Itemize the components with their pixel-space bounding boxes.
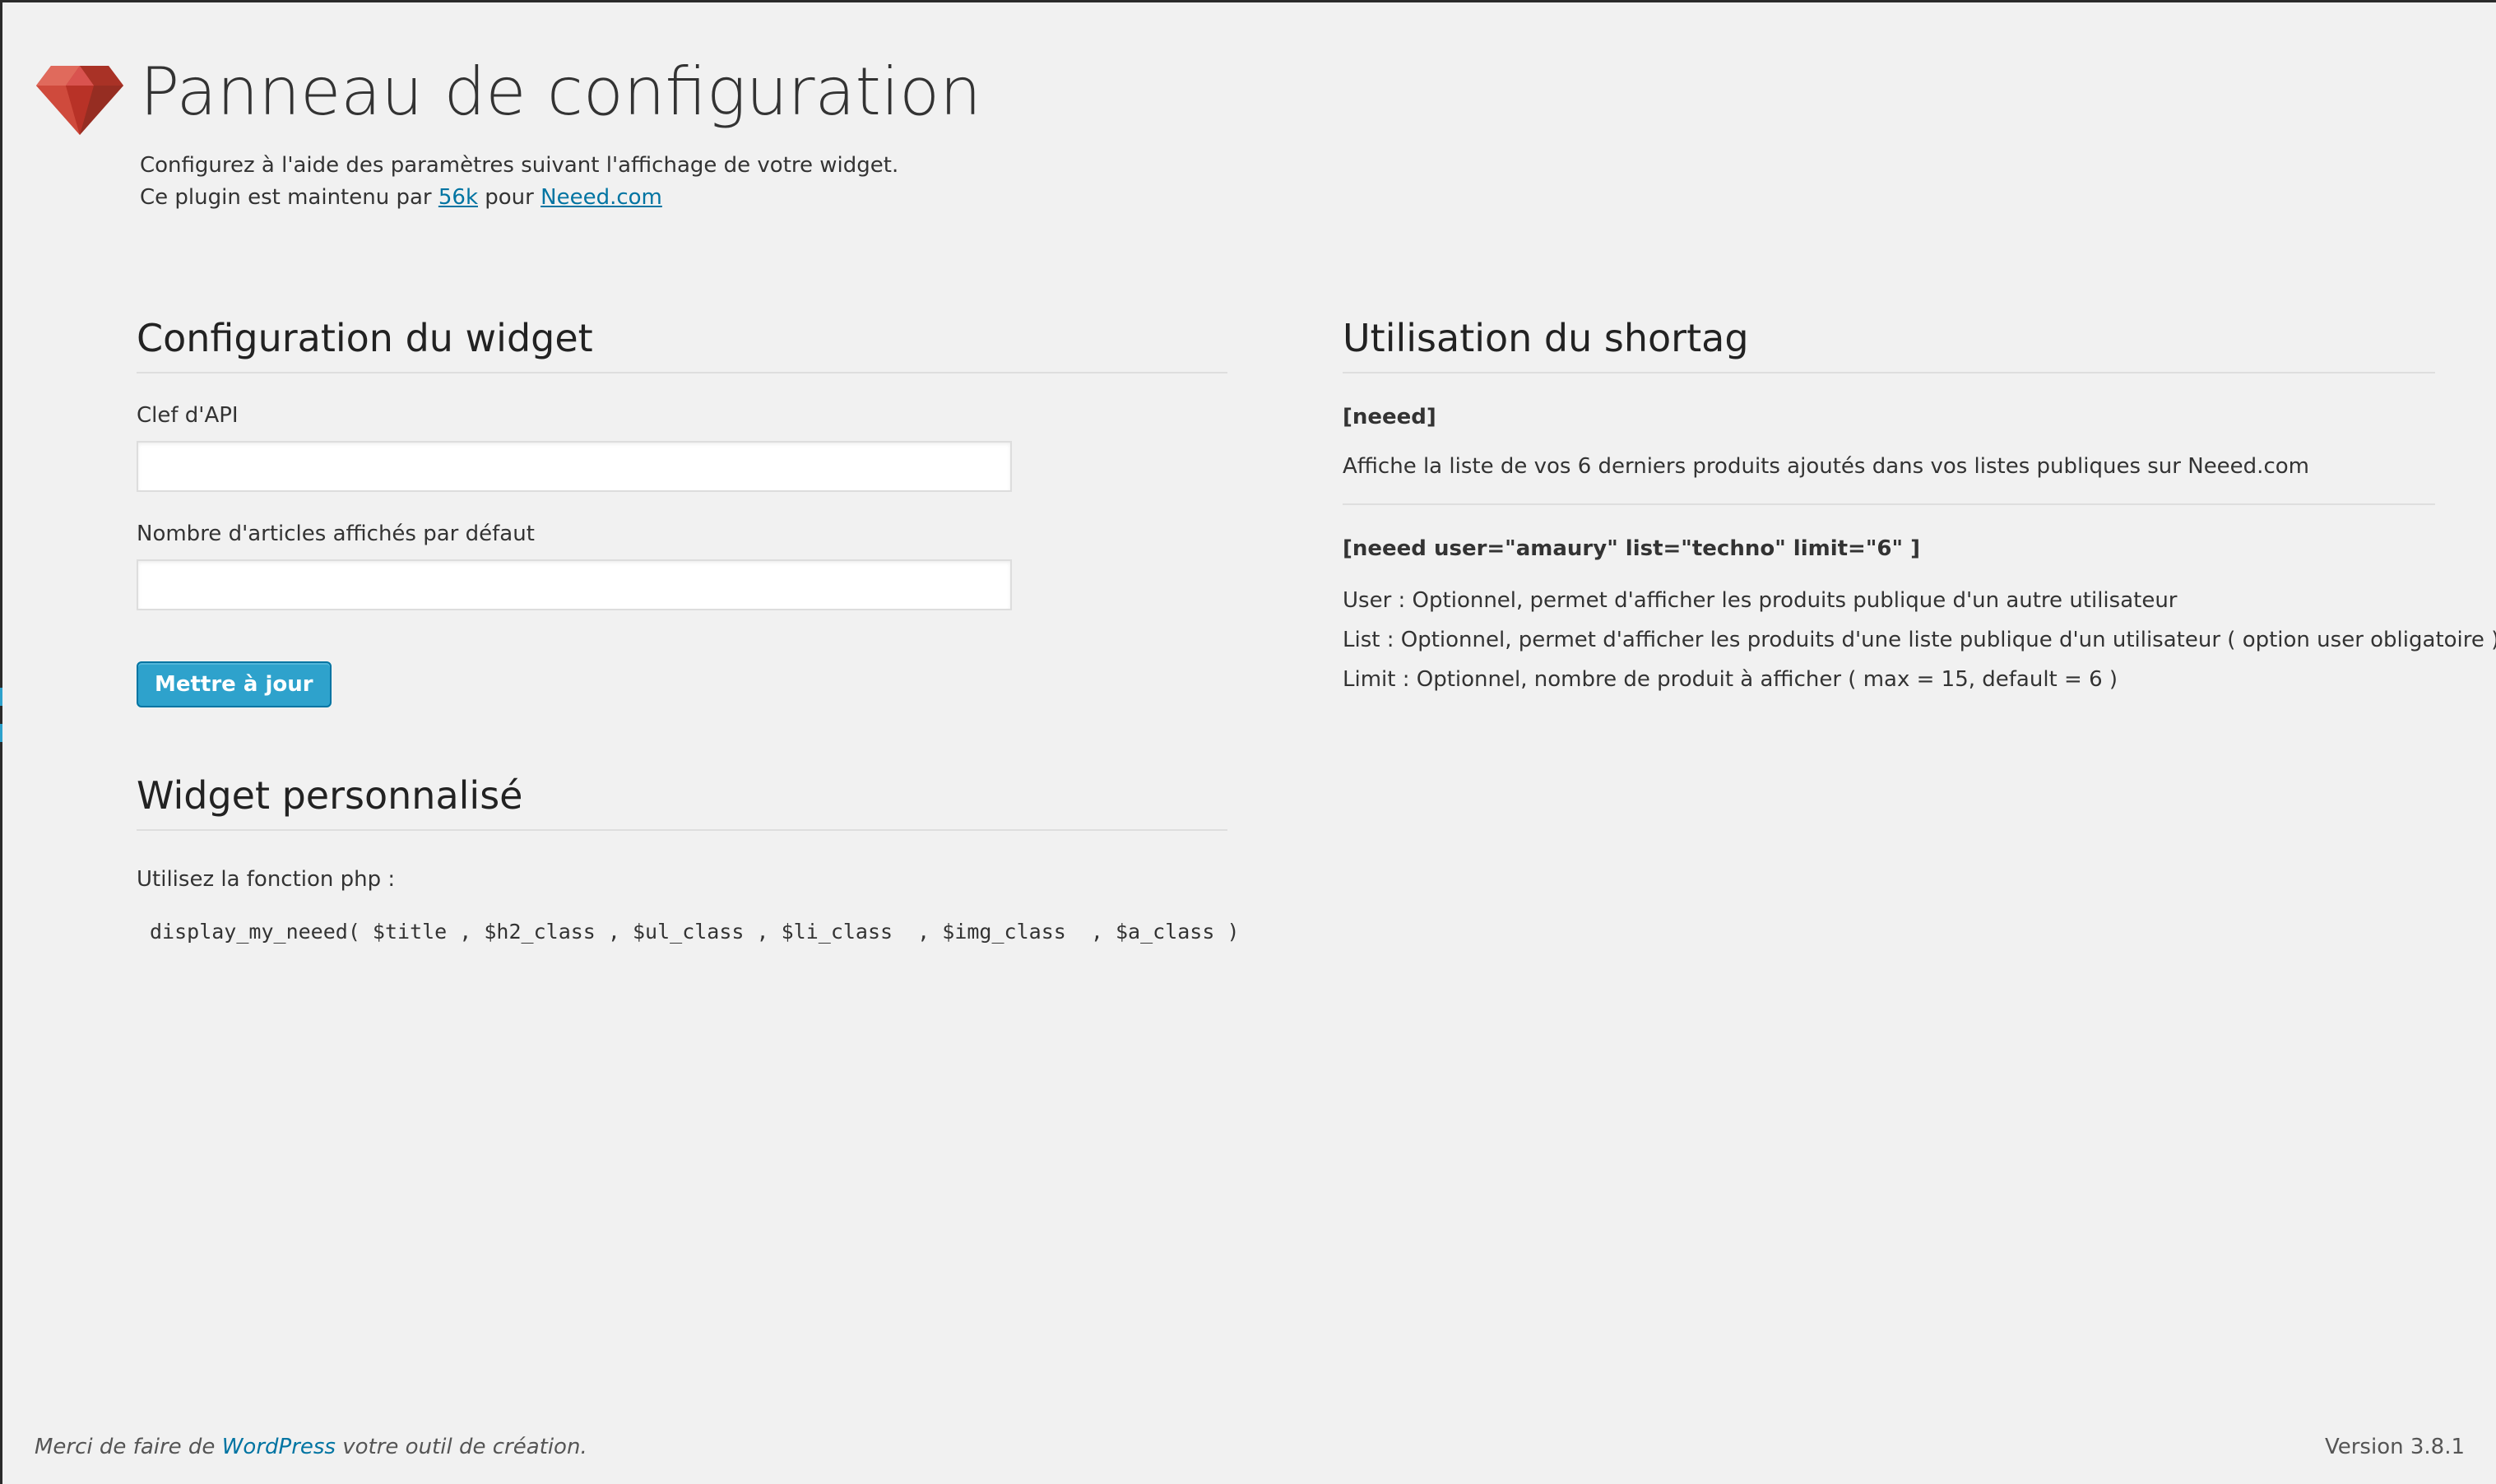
update-button[interactable]: Mettre à jour xyxy=(137,661,332,707)
wordpress-link[interactable]: WordPress xyxy=(222,1435,336,1459)
right-column: Utilisation du shortag [neeed] Affiche l… xyxy=(1343,311,2496,699)
basic-shortcode: [neeed] xyxy=(1343,405,1436,429)
param-list: List : Optionnel, permet d'afficher les … xyxy=(1343,628,2496,652)
ruby-gem-icon xyxy=(36,66,123,135)
advanced-shortcode: [neeed user="amaury" list="techno" limit… xyxy=(1343,536,1920,561)
api-key-label: Clef d'API xyxy=(137,403,239,428)
shortcode-params: User : Optionnel, permet d'afficher les … xyxy=(1343,581,2496,699)
custom-widget-title: Widget personnalisé xyxy=(137,768,1227,831)
admin-menu-edge-marker xyxy=(0,688,2,706)
link-56k[interactable]: 56k xyxy=(438,185,478,210)
maintainer-mid: pour xyxy=(485,185,534,210)
footer-thanks-prefix: Merci de faire de xyxy=(35,1435,216,1459)
article-count-input[interactable] xyxy=(137,559,1012,610)
php-intro: Utilisez la fonction php : xyxy=(137,867,396,892)
maintainer-line: Ce plugin est maintenu par 56k pour Neee… xyxy=(140,182,898,214)
page-title: Panneau de configuration xyxy=(140,53,981,130)
left-column: Configuration du widget Clef d'API Nombr… xyxy=(137,311,1240,944)
divider xyxy=(1343,503,2435,505)
param-limit: Limit : Optionnel, nombre de produit à a… xyxy=(1343,667,2118,692)
param-user: User : Optionnel, permet d'afficher les … xyxy=(1343,588,2178,613)
footer-thanks: Merci de faire de WordPress votre outil … xyxy=(35,1435,587,1459)
page-intro: Configurez à l'aide des paramètres suiva… xyxy=(140,150,898,214)
footer-thanks-suffix: votre outil de création. xyxy=(342,1435,587,1459)
basic-shortcode-description: Affiche la liste de vos 6 derniers produ… xyxy=(1343,454,2309,479)
shortcode-title: Utilisation du shortag xyxy=(1343,311,2435,373)
maintainer-prefix: Ce plugin est maintenu par xyxy=(140,185,432,210)
link-neeed[interactable]: Neeed.com xyxy=(540,185,662,210)
widget-config-title: Configuration du widget xyxy=(137,311,1227,373)
api-key-input[interactable] xyxy=(137,441,1012,492)
intro-text: Configurez à l'aide des paramètres suiva… xyxy=(140,153,899,178)
footer-version: Version 3.8.1 xyxy=(2324,1435,2465,1459)
php-function-code: display_my_neeed( $title , $h2_class , $… xyxy=(150,920,1240,944)
article-count-label: Nombre d'articles affichés par défaut xyxy=(137,522,535,546)
admin-menu-edge-marker xyxy=(0,724,2,742)
